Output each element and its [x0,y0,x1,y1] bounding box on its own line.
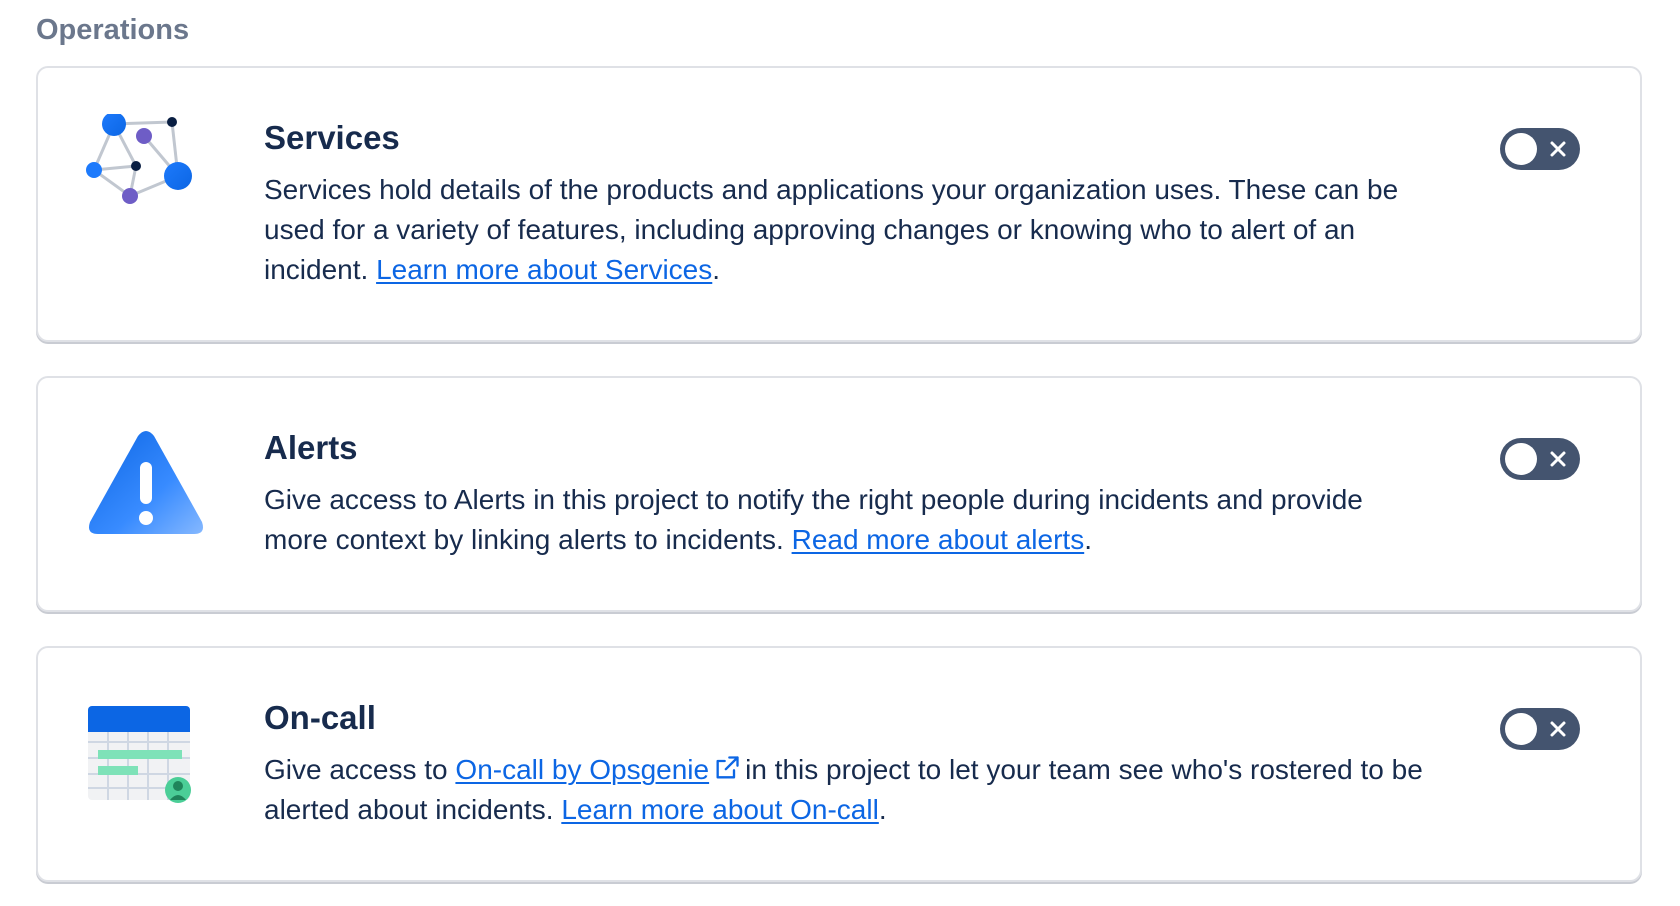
read-more-alerts-link[interactable]: Read more about alerts [792,524,1085,555]
alerts-card: Alerts Give access to Alerts in this pro… [36,376,1642,612]
description-end: . [878,794,887,825]
card-description: Services hold details of the products an… [264,170,1424,290]
close-icon [1550,451,1566,467]
learn-more-services-link[interactable]: Learn more about Services [376,254,712,285]
alerts-card-body: Alerts Give access to Alerts in this pro… [264,428,1424,560]
operations-settings-page: Operations Services Services hold detail… [0,0,1680,906]
card-title: Alerts [264,429,358,466]
description-end: . [712,254,721,285]
card-title: Services [264,119,400,156]
close-icon [1550,721,1566,737]
services-card: Services Services hold details of the pr… [36,66,1642,342]
alert-triangle-icon [86,430,206,550]
oncall-by-opsgenie-link[interactable]: On-call by Opsgenie [455,754,709,785]
card-description: Give access to On-call by Opsgenie in thi… [264,750,1424,830]
oncall-toggle[interactable] [1500,708,1580,750]
services-toggle[interactable] [1500,128,1580,170]
toggle-knob [1505,713,1537,745]
description-end: . [1084,524,1092,555]
learn-more-oncall-link[interactable]: Learn more about On-call [561,794,879,825]
toggle-knob [1505,443,1537,475]
card-description: Give access to Alerts in this project to… [264,480,1424,560]
description-text: Give access to [264,754,448,785]
calendar-icon [86,700,206,820]
alerts-toggle[interactable] [1500,438,1580,480]
network-nodes-icon [86,112,206,234]
services-card-body: Services Services hold details of the pr… [264,118,1424,290]
external-link-icon [716,756,739,779]
card-title: On-call [264,699,376,736]
close-icon [1550,141,1566,157]
toggle-knob [1505,133,1537,165]
oncall-card-body: On-call Give access to On-call by Opsgen… [264,698,1424,830]
oncall-card: On-call Give access to On-call by Opsgen… [36,646,1642,882]
section-title: Operations [36,14,190,46]
